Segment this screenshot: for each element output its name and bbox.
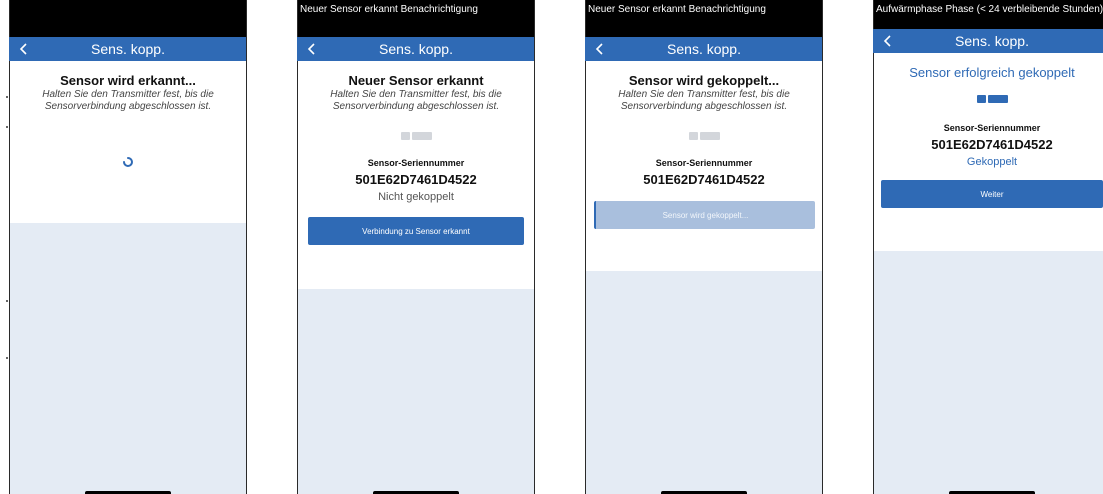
- loading-spinner-icon: [123, 157, 133, 167]
- nav-bar: Sens. kopp.: [873, 29, 1103, 53]
- nav-title: Sens. kopp.: [667, 41, 741, 57]
- nav-bar: Sens. kopp.: [297, 37, 535, 61]
- instruction-text: Halten Sie den Transmitter fest, bis die…: [42, 89, 214, 112]
- nav-title: Sens. kopp.: [91, 41, 165, 57]
- nav-title: Sens. kopp.: [955, 33, 1029, 49]
- sensor-transmitter-icon: [297, 132, 535, 140]
- content-panel: Sensor erfolgreich gekoppelt Sensor-Seri…: [873, 53, 1103, 251]
- sensor-connection-button[interactable]: Verbindung zu Sensor erkannt: [308, 217, 524, 245]
- status-bar: Neuer Sensor erkannt Benachrichtigung: [297, 0, 535, 37]
- left-edge-ticks: [0, 0, 8, 494]
- back-chevron-icon[interactable]: [17, 42, 31, 56]
- serial-number: 501E62D7461D4522: [355, 172, 477, 187]
- status-bar: Neuer Sensor erkannt Benachrichtigung: [585, 0, 823, 37]
- phone-screen-pairing: Neuer Sensor erkannt Benachrichtigung Se…: [585, 0, 823, 494]
- serial-label: Sensor-Seriennummer: [943, 123, 1041, 133]
- back-chevron-icon[interactable]: [593, 42, 607, 56]
- serial-number: 501E62D7461D4522: [931, 137, 1053, 152]
- continue-button[interactable]: Weiter: [881, 180, 1103, 208]
- success-heading: Sensor erfolgreich gekoppelt: [909, 65, 1075, 80]
- status-bar: [9, 0, 247, 37]
- phone-screen-new-sensor: Neuer Sensor erkannt Benachrichtigung Se…: [297, 0, 535, 494]
- back-chevron-icon[interactable]: [305, 42, 319, 56]
- nav-bar: Sens. kopp.: [9, 37, 247, 61]
- heading: Neuer Sensor erkannt: [348, 73, 484, 88]
- sensor-transmitter-icon: [585, 132, 823, 140]
- instruction-text: Halten Sie den Transmitter fest, bis die…: [618, 89, 790, 112]
- back-chevron-icon[interactable]: [881, 34, 895, 48]
- heading: Sensor wird erkannt...: [60, 73, 196, 88]
- phone-screen-detecting: Sens. kopp. Sensor wird erkannt... Halte…: [9, 0, 247, 494]
- pairing-state: Nicht gekoppelt: [378, 191, 454, 203]
- nav-bar: Sens. kopp.: [585, 37, 823, 61]
- serial-label: Sensor-Seriennummer: [655, 158, 753, 168]
- sensor-transmitter-icon: [873, 95, 1103, 103]
- content-panel: Sensor wird gekoppelt... Halten Sie den …: [585, 61, 823, 271]
- serial-number: 501E62D7461D4522: [643, 172, 765, 187]
- content-panel: Neuer Sensor erkannt Halten Sie den Tran…: [297, 61, 535, 289]
- pairing-state: Gekoppelt: [966, 156, 1018, 168]
- pairing-progress-button: Sensor wird gekoppelt...: [594, 201, 815, 229]
- serial-label: Sensor-Seriennummer: [367, 158, 465, 168]
- content-panel: Sensor wird erkannt... Halten Sie den Tr…: [9, 61, 247, 223]
- heading: Sensor wird gekoppelt...: [628, 73, 780, 88]
- instruction-text: Halten Sie den Transmitter fest, bis die…: [330, 89, 502, 112]
- phone-screen-paired: Aufwärmphase Phase (< 24 verbleibende St…: [873, 0, 1103, 494]
- nav-title: Sens. kopp.: [379, 41, 453, 57]
